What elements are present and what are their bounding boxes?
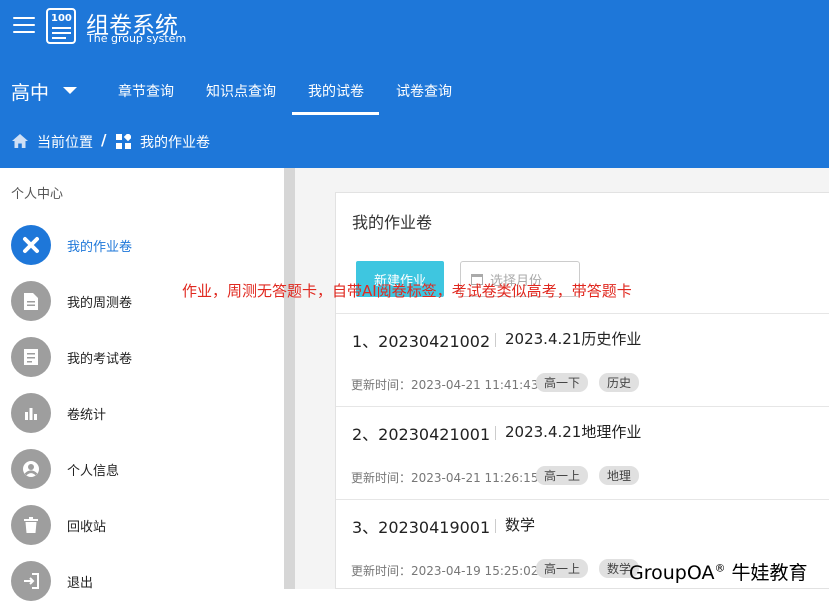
sidebar-item-logout[interactable]: 退出 [0, 552, 284, 608]
watermark-cn: 牛娃教育 [731, 562, 808, 584]
bar-chart-icon [11, 393, 51, 433]
menu-icon[interactable] [13, 17, 35, 35]
active-tab-indicator [292, 112, 379, 115]
breadcrumb-current: 我的作业卷 [140, 135, 210, 151]
grade-tag: 高一上 [536, 559, 589, 578]
sidebar-header: 个人中心 [11, 187, 64, 202]
sidebar-scrollbar[interactable] [284, 168, 295, 589]
sidebar-item-label: 退出 [67, 576, 94, 591]
nav-tab-my-papers[interactable]: 我的试卷 [308, 81, 364, 101]
watermark-registered: ® [714, 561, 726, 575]
grade-tag: 高一上 [536, 466, 589, 485]
app-subtitle: The group system [87, 32, 187, 45]
paper-updated: 更新时间：2023-04-19 15:25:02 [351, 564, 539, 578]
home-icon [12, 134, 28, 148]
sidebar-item-homework[interactable]: 我的作业卷 [0, 216, 284, 272]
paper-row[interactable]: 2、20230421001 2023.4.21地理作业 更新时间：2023-04… [336, 406, 829, 499]
paper-name[interactable]: 数学 [505, 514, 535, 535]
exam-paper-icon [11, 337, 51, 377]
dashboard-icon [116, 134, 131, 149]
logout-icon [11, 561, 51, 601]
paper-updated: 更新时间：2023-04-21 11:26:15 [351, 471, 539, 485]
breadcrumb-location[interactable]: 当前位置 [37, 132, 93, 152]
logo-number: 100 [51, 13, 72, 24]
sidebar-item-recycle[interactable]: 回收站 [0, 496, 284, 552]
sidebar-item-label: 我的周测卷 [67, 296, 133, 311]
tools-icon [11, 225, 51, 265]
sidebar-item-label: 我的作业卷 [67, 240, 133, 255]
sidebar-item-exam[interactable]: 我的考试卷 [0, 328, 284, 384]
grade-tag: 高一下 [536, 373, 589, 392]
paper-name[interactable]: 2023.4.21历史作业 [505, 328, 641, 349]
paper-index: 1、20230421002 [352, 332, 491, 351]
watermark-brand: GroupOA [629, 562, 715, 584]
paper-updated: 更新时间：2023-04-21 11:41:43 [351, 378, 539, 392]
nav-tab-chapter[interactable]: 章节查询 [118, 81, 174, 101]
sidebar-item-label: 个人信息 [67, 464, 120, 479]
trash-icon [11, 505, 51, 545]
paper-index: 3、20230419001 [352, 518, 491, 537]
paper-row[interactable]: 1、20230421002 2023.4.21历史作业 更新时间：2023-04… [336, 313, 829, 406]
sidebar-item-label: 我的考试卷 [67, 352, 133, 367]
sidebar-item-stats[interactable]: 卷统计 [0, 384, 284, 440]
app-logo: 100 [46, 8, 76, 44]
subject-tag: 历史 [599, 373, 640, 392]
grade-selector[interactable]: 高中 [11, 78, 49, 105]
card-title: 我的作业卷 [352, 213, 433, 232]
user-icon [11, 449, 51, 489]
sidebar-item-label: 回收站 [67, 520, 107, 535]
annotation-note: 作业，周测无答题卡，自带AI阅卷标签，考试卷类似高考，带答题卡 [182, 282, 632, 300]
document-icon [11, 281, 51, 321]
watermark: GroupOA® 牛娃教育 [629, 558, 808, 585]
sidebar-item-label: 卷统计 [67, 408, 107, 423]
nav-tab-paper-search[interactable]: 试卷查询 [396, 81, 452, 101]
breadcrumb-separator: / [101, 131, 107, 149]
nav-tab-knowledge[interactable]: 知识点查询 [206, 81, 276, 101]
paper-name[interactable]: 2023.4.21地理作业 [505, 421, 641, 442]
sidebar-item-profile[interactable]: 个人信息 [0, 440, 284, 496]
subject-tag: 地理 [599, 466, 640, 485]
chevron-down-icon[interactable] [63, 87, 77, 94]
paper-index: 2、20230421001 [352, 425, 491, 444]
